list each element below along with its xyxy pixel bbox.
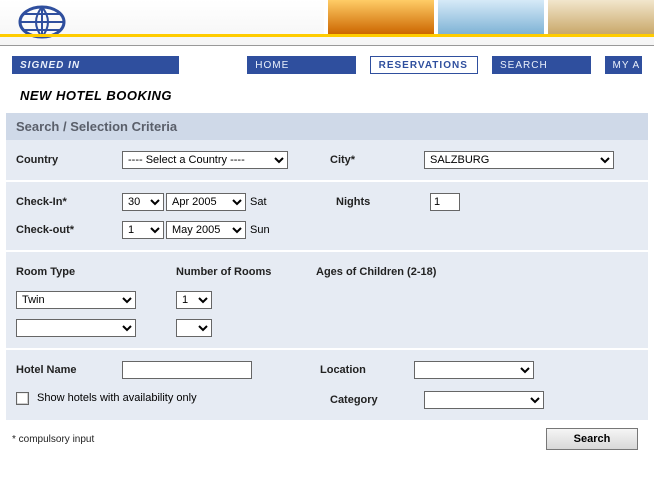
checkout-dow: Sun bbox=[246, 224, 286, 236]
label-hotel-name: Hotel Name bbox=[16, 364, 122, 376]
top-banner bbox=[0, 0, 654, 46]
hotel-name-input[interactable] bbox=[122, 361, 252, 379]
nights-input[interactable] bbox=[430, 193, 460, 211]
checkout-day-select[interactable]: 1 bbox=[122, 221, 164, 239]
section-title: Search / Selection Criteria bbox=[6, 113, 648, 140]
room-type-select-2[interactable] bbox=[16, 319, 136, 337]
label-room-type: Room Type bbox=[16, 266, 176, 278]
page-title: NEW HOTEL BOOKING bbox=[0, 82, 654, 113]
nav-home[interactable]: HOME bbox=[247, 56, 355, 74]
nav-my-account[interactable]: MY A bbox=[605, 56, 642, 74]
room-type-select-1[interactable]: Twin bbox=[16, 291, 136, 309]
num-rooms-select-1[interactable]: 1 bbox=[176, 291, 212, 309]
label-location: Location bbox=[320, 364, 414, 376]
label-num-rooms: Number of Rooms bbox=[176, 266, 316, 278]
label-checkout: Check-out* bbox=[16, 224, 122, 236]
num-rooms-select-2[interactable] bbox=[176, 319, 212, 337]
label-checkin: Check-In* bbox=[16, 196, 122, 208]
label-ages-children: Ages of Children (2-18) bbox=[316, 266, 516, 278]
banner-images bbox=[324, 0, 654, 34]
panel-rooms: Room Type Number of Rooms Ages of Childr… bbox=[6, 252, 648, 348]
location-select[interactable] bbox=[414, 361, 534, 379]
search-button[interactable]: Search bbox=[546, 428, 638, 450]
category-select[interactable] bbox=[424, 391, 544, 409]
panel-hotel-filters: Hotel Name Location Show hotels with ava… bbox=[6, 350, 648, 420]
checkin-month-select[interactable]: Apr 2005 bbox=[166, 193, 246, 211]
country-select[interactable]: ---- Select a Country ---- bbox=[122, 151, 288, 169]
city-select[interactable]: SALZBURG bbox=[424, 151, 614, 169]
checkout-month-select[interactable]: May 2005 bbox=[166, 221, 246, 239]
checkin-dow: Sat bbox=[246, 196, 286, 208]
label-country: Country bbox=[16, 154, 122, 166]
availability-checkbox[interactable] bbox=[16, 392, 29, 405]
label-nights: Nights bbox=[336, 196, 430, 208]
signed-in-badge: SIGNED IN bbox=[12, 56, 179, 74]
panel-dates: Check-In* 30 Apr 2005 Sat Nights Check-o… bbox=[6, 182, 648, 250]
label-show-availability: Show hotels with availability only bbox=[37, 392, 197, 404]
main-nav: SIGNED IN HOME RESERVATIONS SEARCH MY A bbox=[0, 46, 654, 82]
nav-reservations[interactable]: RESERVATIONS bbox=[370, 56, 478, 74]
panel-country-city: Country ---- Select a Country ---- City*… bbox=[6, 140, 648, 180]
label-city: City* bbox=[330, 154, 424, 166]
compulsory-note: * compulsory input bbox=[12, 434, 94, 445]
label-category: Category bbox=[330, 394, 424, 406]
nav-search[interactable]: SEARCH bbox=[492, 56, 591, 74]
checkin-day-select[interactable]: 30 bbox=[122, 193, 164, 211]
